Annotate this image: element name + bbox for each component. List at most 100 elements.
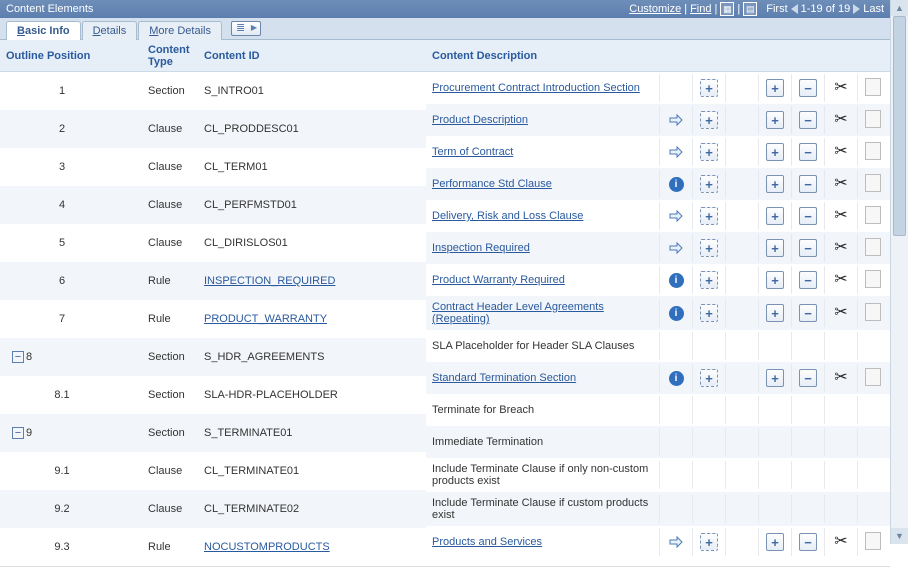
- content-description[interactable]: Contract Header Level Agreements (Repeat…: [426, 298, 659, 328]
- delete-row-icon[interactable]: −: [799, 111, 817, 129]
- insert-icon[interactable]: +: [700, 369, 718, 387]
- delete-row-icon[interactable]: −: [799, 79, 817, 97]
- nav-prev-icon[interactable]: [791, 4, 798, 14]
- add-row-icon[interactable]: +: [766, 79, 784, 97]
- insert-icon[interactable]: +: [700, 111, 718, 129]
- delete-row-icon[interactable]: −: [799, 271, 817, 289]
- cut-icon[interactable]: ✂: [834, 144, 847, 160]
- content-id[interactable]: PRODUCT_WARRANTY: [198, 313, 426, 325]
- add-row-icon[interactable]: +: [766, 369, 784, 387]
- cut-icon[interactable]: ✂: [834, 80, 847, 96]
- insert-icon[interactable]: +: [700, 207, 718, 225]
- add-row-icon[interactable]: +: [766, 304, 784, 322]
- copy-icon[interactable]: [867, 240, 881, 256]
- content-id[interactable]: NOCUSTOMPRODUCTS: [198, 541, 426, 553]
- col-content-description[interactable]: Content Description: [426, 50, 660, 62]
- find-link[interactable]: Find: [690, 0, 711, 18]
- add-row-icon[interactable]: +: [766, 111, 784, 129]
- arrow-right-icon[interactable]: [669, 535, 683, 549]
- insert-icon[interactable]: +: [700, 533, 718, 551]
- insert-icon[interactable]: +: [700, 143, 718, 161]
- cut-icon[interactable]: ✂: [834, 370, 847, 386]
- info-icon[interactable]: i: [669, 371, 684, 386]
- col-content-type[interactable]: Content Type: [142, 44, 198, 68]
- content-description[interactable]: Procurement Contract Introduction Sectio…: [426, 79, 659, 97]
- col-content-id[interactable]: Content ID: [198, 50, 426, 62]
- content-description[interactable]: Products and Services: [426, 533, 659, 551]
- info-icon[interactable]: i: [669, 177, 684, 192]
- customize-link[interactable]: Customize: [629, 0, 681, 18]
- content-type: Clause: [142, 465, 198, 477]
- info-icon[interactable]: i: [669, 306, 684, 321]
- content-description[interactable]: Delivery, Risk and Loss Clause: [426, 207, 659, 225]
- content-type: Clause: [142, 199, 198, 211]
- nav-first[interactable]: First: [766, 0, 787, 18]
- delete-row-icon[interactable]: −: [799, 533, 817, 551]
- download-icon[interactable]: ▤: [743, 2, 757, 16]
- insert-icon[interactable]: +: [700, 175, 718, 193]
- copy-icon[interactable]: [867, 534, 881, 550]
- copy-icon[interactable]: [867, 144, 881, 160]
- copy-icon[interactable]: [867, 370, 881, 386]
- table-row: 4ClauseCL_PERFMSTD01: [0, 186, 426, 224]
- tab-0[interactable]: Basic Info: [6, 21, 81, 40]
- view-all-icon[interactable]: ▦: [720, 2, 734, 16]
- add-row-icon[interactable]: +: [766, 271, 784, 289]
- vertical-scrollbar[interactable]: ▲ ▼: [890, 0, 908, 544]
- cut-icon[interactable]: ✂: [834, 208, 847, 224]
- copy-icon[interactable]: [867, 272, 881, 288]
- collapse-icon[interactable]: −: [12, 427, 24, 439]
- add-row-icon[interactable]: +: [766, 239, 784, 257]
- delete-row-icon[interactable]: −: [799, 207, 817, 225]
- add-row-icon[interactable]: +: [766, 533, 784, 551]
- collapse-icon[interactable]: −: [12, 351, 24, 363]
- content-description[interactable]: Standard Termination Section: [426, 369, 659, 387]
- insert-icon[interactable]: +: [700, 239, 718, 257]
- content-description[interactable]: Inspection Required: [426, 239, 659, 257]
- content-description[interactable]: Product Description: [426, 111, 659, 129]
- nav-next-icon[interactable]: [853, 4, 860, 14]
- info-icon[interactable]: i: [669, 273, 684, 288]
- insert-icon[interactable]: +: [700, 271, 718, 289]
- copy-icon[interactable]: [867, 112, 881, 128]
- delete-row-icon[interactable]: −: [799, 304, 817, 322]
- add-row-icon[interactable]: +: [766, 175, 784, 193]
- cut-icon[interactable]: ✂: [834, 112, 847, 128]
- copy-icon[interactable]: [867, 176, 881, 192]
- cut-icon[interactable]: ✂: [834, 240, 847, 256]
- show-all-columns-icon[interactable]: [231, 21, 261, 36]
- delete-row-icon[interactable]: −: [799, 175, 817, 193]
- add-row-icon[interactable]: +: [766, 207, 784, 225]
- content-description[interactable]: Product Warranty Required: [426, 271, 659, 289]
- col-outline-position[interactable]: Outline Position: [0, 50, 142, 62]
- content-description[interactable]: Term of Contract: [426, 143, 659, 161]
- nav-last[interactable]: Last: [863, 0, 884, 18]
- content-description: SLA Placeholder for Header SLA Clauses: [426, 337, 659, 355]
- table-row: Contract Header Level Agreements (Repeat…: [426, 296, 890, 330]
- delete-row-icon[interactable]: −: [799, 239, 817, 257]
- cut-icon[interactable]: ✂: [834, 176, 847, 192]
- copy-icon[interactable]: [867, 80, 881, 96]
- arrow-right-icon[interactable]: [669, 241, 683, 255]
- cut-icon[interactable]: ✂: [834, 534, 847, 550]
- cut-icon[interactable]: ✂: [834, 272, 847, 288]
- insert-icon[interactable]: +: [700, 304, 718, 322]
- content-id[interactable]: INSPECTION_REQUIRED: [198, 275, 426, 287]
- insert-icon[interactable]: +: [700, 79, 718, 97]
- scroll-down-icon[interactable]: ▼: [891, 528, 908, 544]
- content-description[interactable]: Performance Std Clause: [426, 175, 659, 193]
- outline-position: 7: [12, 313, 112, 325]
- cut-icon[interactable]: ✂: [834, 305, 847, 321]
- scroll-up-icon[interactable]: ▲: [891, 0, 908, 16]
- tab-2[interactable]: More Details: [138, 21, 222, 40]
- arrow-right-icon[interactable]: [669, 145, 683, 159]
- add-row-icon[interactable]: +: [766, 143, 784, 161]
- delete-row-icon[interactable]: −: [799, 369, 817, 387]
- copy-icon[interactable]: [867, 305, 881, 321]
- tab-1[interactable]: Details: [82, 21, 138, 40]
- copy-icon[interactable]: [867, 208, 881, 224]
- arrow-right-icon[interactable]: [669, 113, 683, 127]
- delete-row-icon[interactable]: −: [799, 143, 817, 161]
- arrow-right-icon[interactable]: [669, 209, 683, 223]
- scroll-thumb[interactable]: [893, 16, 906, 236]
